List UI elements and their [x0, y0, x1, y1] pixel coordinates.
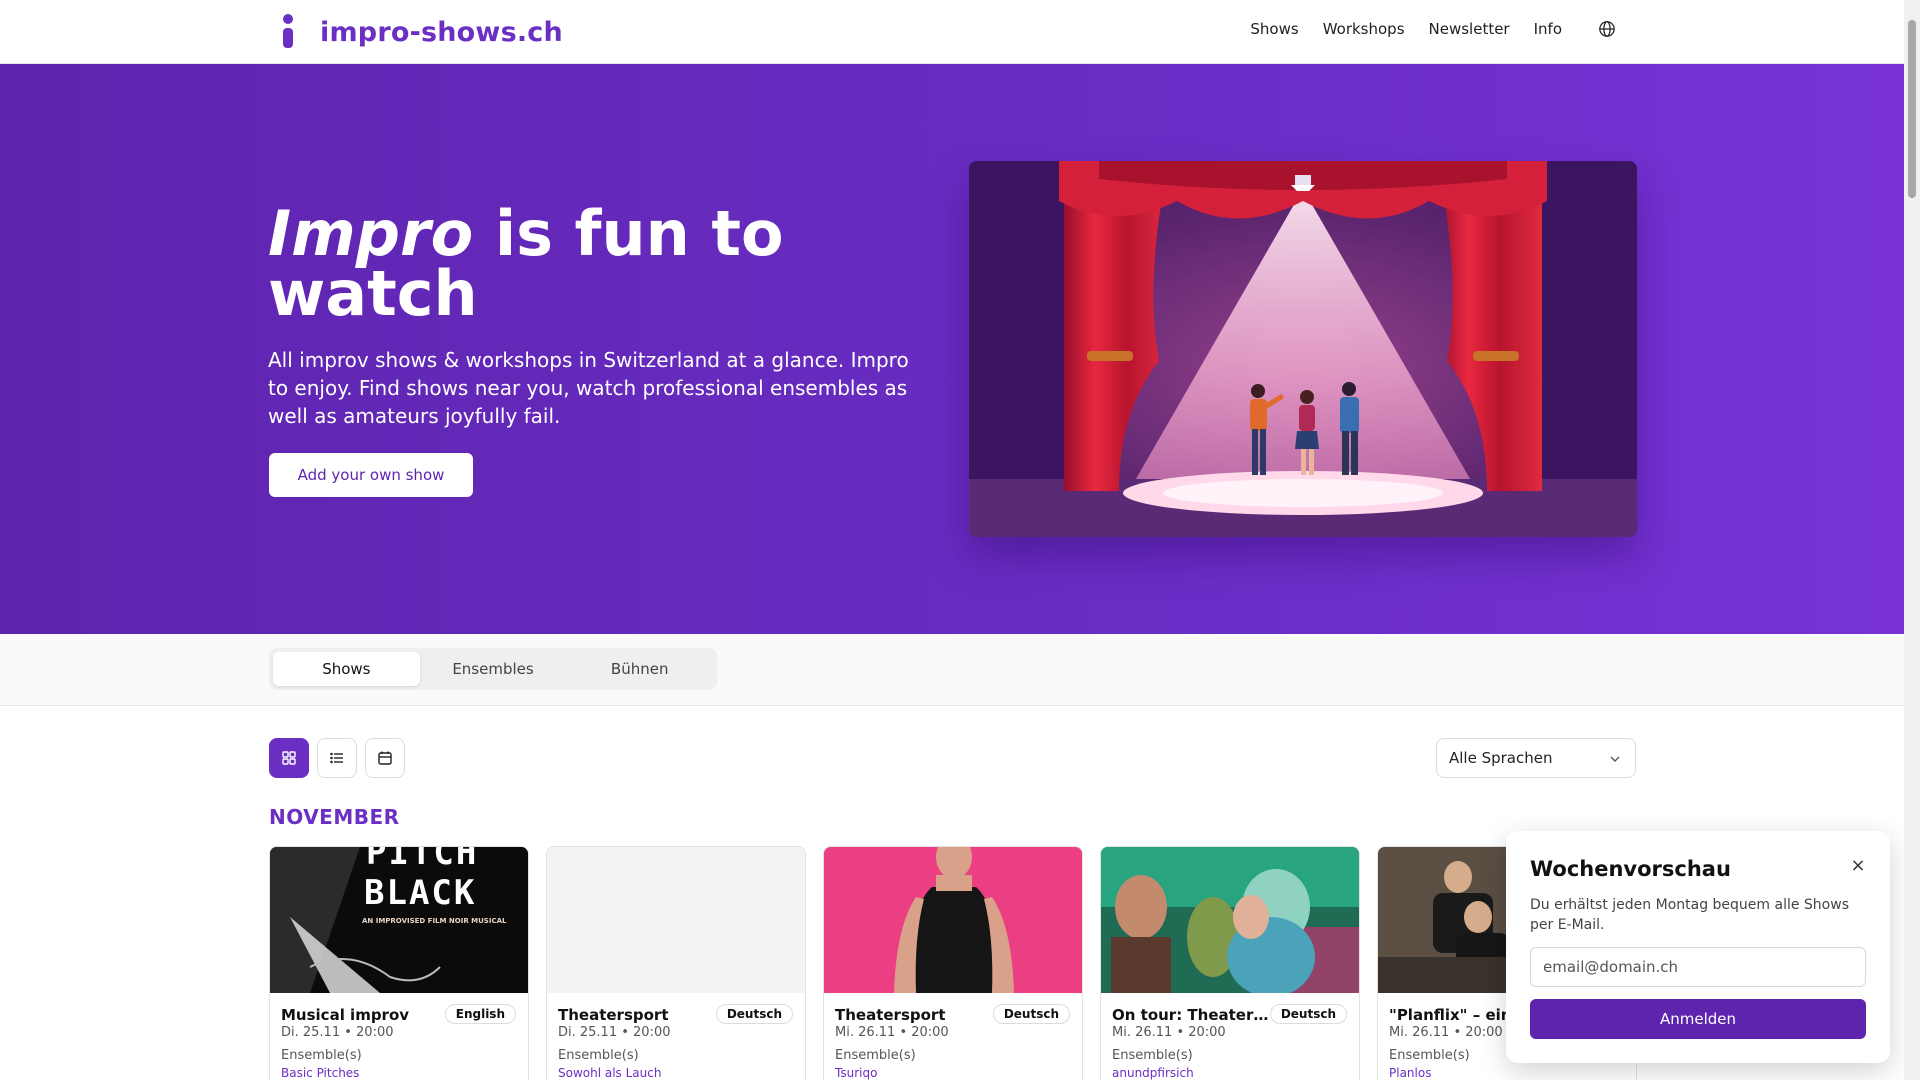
poster-title-1: PITCH [366, 847, 479, 873]
nav-info[interactable]: Info [1534, 20, 1562, 38]
main-nav: Shows Workshops Newsletter Info [1250, 20, 1616, 38]
hero-title: Impro is fun to watch [268, 203, 828, 325]
ensemble-label: Ensemble(s) [1112, 1048, 1193, 1063]
language-badge: Deutsch [715, 1004, 793, 1024]
show-poster [824, 847, 1082, 993]
show-card[interactable]: On tour: Theatersport Deutsch Mi. 26.11 … [1100, 846, 1360, 1080]
ensemble-label: Ensemble(s) [835, 1048, 916, 1063]
logo-mark-icon [280, 14, 296, 50]
nav-newsletter[interactable]: Newsletter [1429, 20, 1510, 38]
language-badge: Deutsch [1269, 1004, 1347, 1024]
ensemble-link[interactable]: Tsuriqo [835, 1066, 877, 1080]
language-badge: Deutsch [992, 1004, 1070, 1024]
stage-illustration [969, 161, 1637, 537]
show-title: On tour: Theatersport [1112, 1006, 1272, 1024]
nav-workshops[interactable]: Workshops [1323, 20, 1405, 38]
show-poster: PITCH BLACK AN IMPROVISED FILM NOIR MUSI… [270, 847, 528, 993]
email-field[interactable] [1530, 947, 1866, 987]
newsletter-description: Du erhältst jeden Montag bequem alle Sho… [1530, 897, 1849, 933]
ensemble-label: Ensemble(s) [558, 1048, 639, 1063]
newsletter-title: Wochenvorschau [1530, 857, 1731, 881]
show-card[interactable]: Theatersport Deutsch Di. 25.11 • 20:00 E… [546, 846, 806, 1080]
chevron-down-icon [1610, 756, 1620, 762]
subscribe-button[interactable]: Anmelden [1530, 999, 1866, 1039]
site-logo[interactable]: impro-shows.ch [280, 14, 563, 50]
hero-subtitle: All improv shows & workshops in Switzerl… [268, 348, 909, 428]
month-heading: NOVEMBER [269, 805, 400, 829]
show-date: Mi. 26.11 • 20:00 [1389, 1025, 1503, 1040]
nav-shows[interactable]: Shows [1250, 20, 1298, 38]
show-card[interactable]: Theatersport Deutsch Mi. 26.11 • 20:00 E… [823, 846, 1083, 1080]
show-poster [1101, 847, 1359, 993]
hero-section: Impro is fun to watch All improv shows &… [0, 64, 1904, 634]
ensemble-link[interactable]: Planlos [1389, 1066, 1431, 1080]
add-show-button[interactable]: Add your own show [269, 453, 473, 497]
ensemble-label: Ensemble(s) [281, 1048, 362, 1063]
ensemble-link[interactable]: Basic Pitches [281, 1066, 359, 1080]
poster-tagline: AN IMPROVISED FILM NOIR MUSICAL [362, 917, 507, 925]
tab-ensembles[interactable]: Ensembles [420, 652, 567, 686]
show-poster-placeholder [547, 847, 805, 993]
ensemble-label: Ensemble(s) [1389, 1048, 1470, 1063]
show-title: Theatersport [558, 1006, 669, 1024]
show-date: Mi. 26.11 • 20:00 [835, 1025, 949, 1040]
show-date: Mi. 26.11 • 20:00 [1112, 1025, 1226, 1040]
show-card[interactable]: PITCH BLACK AN IMPROVISED FILM NOIR MUSI… [269, 846, 529, 1080]
show-card-list: PITCH BLACK AN IMPROVISED FILM NOIR MUSI… [269, 846, 1637, 1080]
page-scrollbar[interactable] [1904, 0, 1920, 1080]
scrollbar-thumb[interactable] [1908, 20, 1916, 198]
show-title: Theatersport [835, 1006, 946, 1024]
close-icon[interactable]: × [1846, 853, 1870, 877]
language-select[interactable]: Alle Sprachen [1436, 738, 1636, 778]
tab-buehnen[interactable]: Bühnen [566, 652, 713, 686]
show-date: Di. 25.11 • 20:00 [558, 1025, 671, 1040]
view-toggle-group [269, 738, 405, 778]
tabs-bar: Shows Ensembles Bühnen [0, 634, 1904, 706]
language-select-value: Alle Sprachen [1449, 749, 1553, 767]
tab-shows[interactable]: Shows [273, 652, 420, 686]
list-icon [330, 752, 343, 764]
ensemble-link[interactable]: anundpfirsich [1112, 1066, 1194, 1080]
poster-title-2: BLACK [364, 873, 477, 913]
top-header: impro-shows.ch Shows Workshops Newslette… [0, 0, 1904, 64]
list-view-button[interactable] [317, 738, 357, 778]
calendar-view-button[interactable] [365, 738, 405, 778]
grid-view-button[interactable] [269, 738, 309, 778]
show-date: Di. 25.11 • 20:00 [281, 1025, 394, 1040]
language-badge: English [444, 1004, 516, 1024]
logo-text: impro-shows.ch [320, 16, 563, 48]
content-tabs: Shows Ensembles Bühnen [269, 648, 717, 690]
calendar-icon [378, 751, 392, 765]
ensemble-link[interactable]: Sowohl als Lauch [558, 1066, 661, 1080]
newsletter-popup: Wochenvorschau × Du erhältst jeden Monta… [1506, 831, 1890, 1063]
show-title: Musical improv [281, 1006, 410, 1024]
globe-icon[interactable] [1598, 20, 1616, 38]
grid-icon [282, 751, 296, 765]
